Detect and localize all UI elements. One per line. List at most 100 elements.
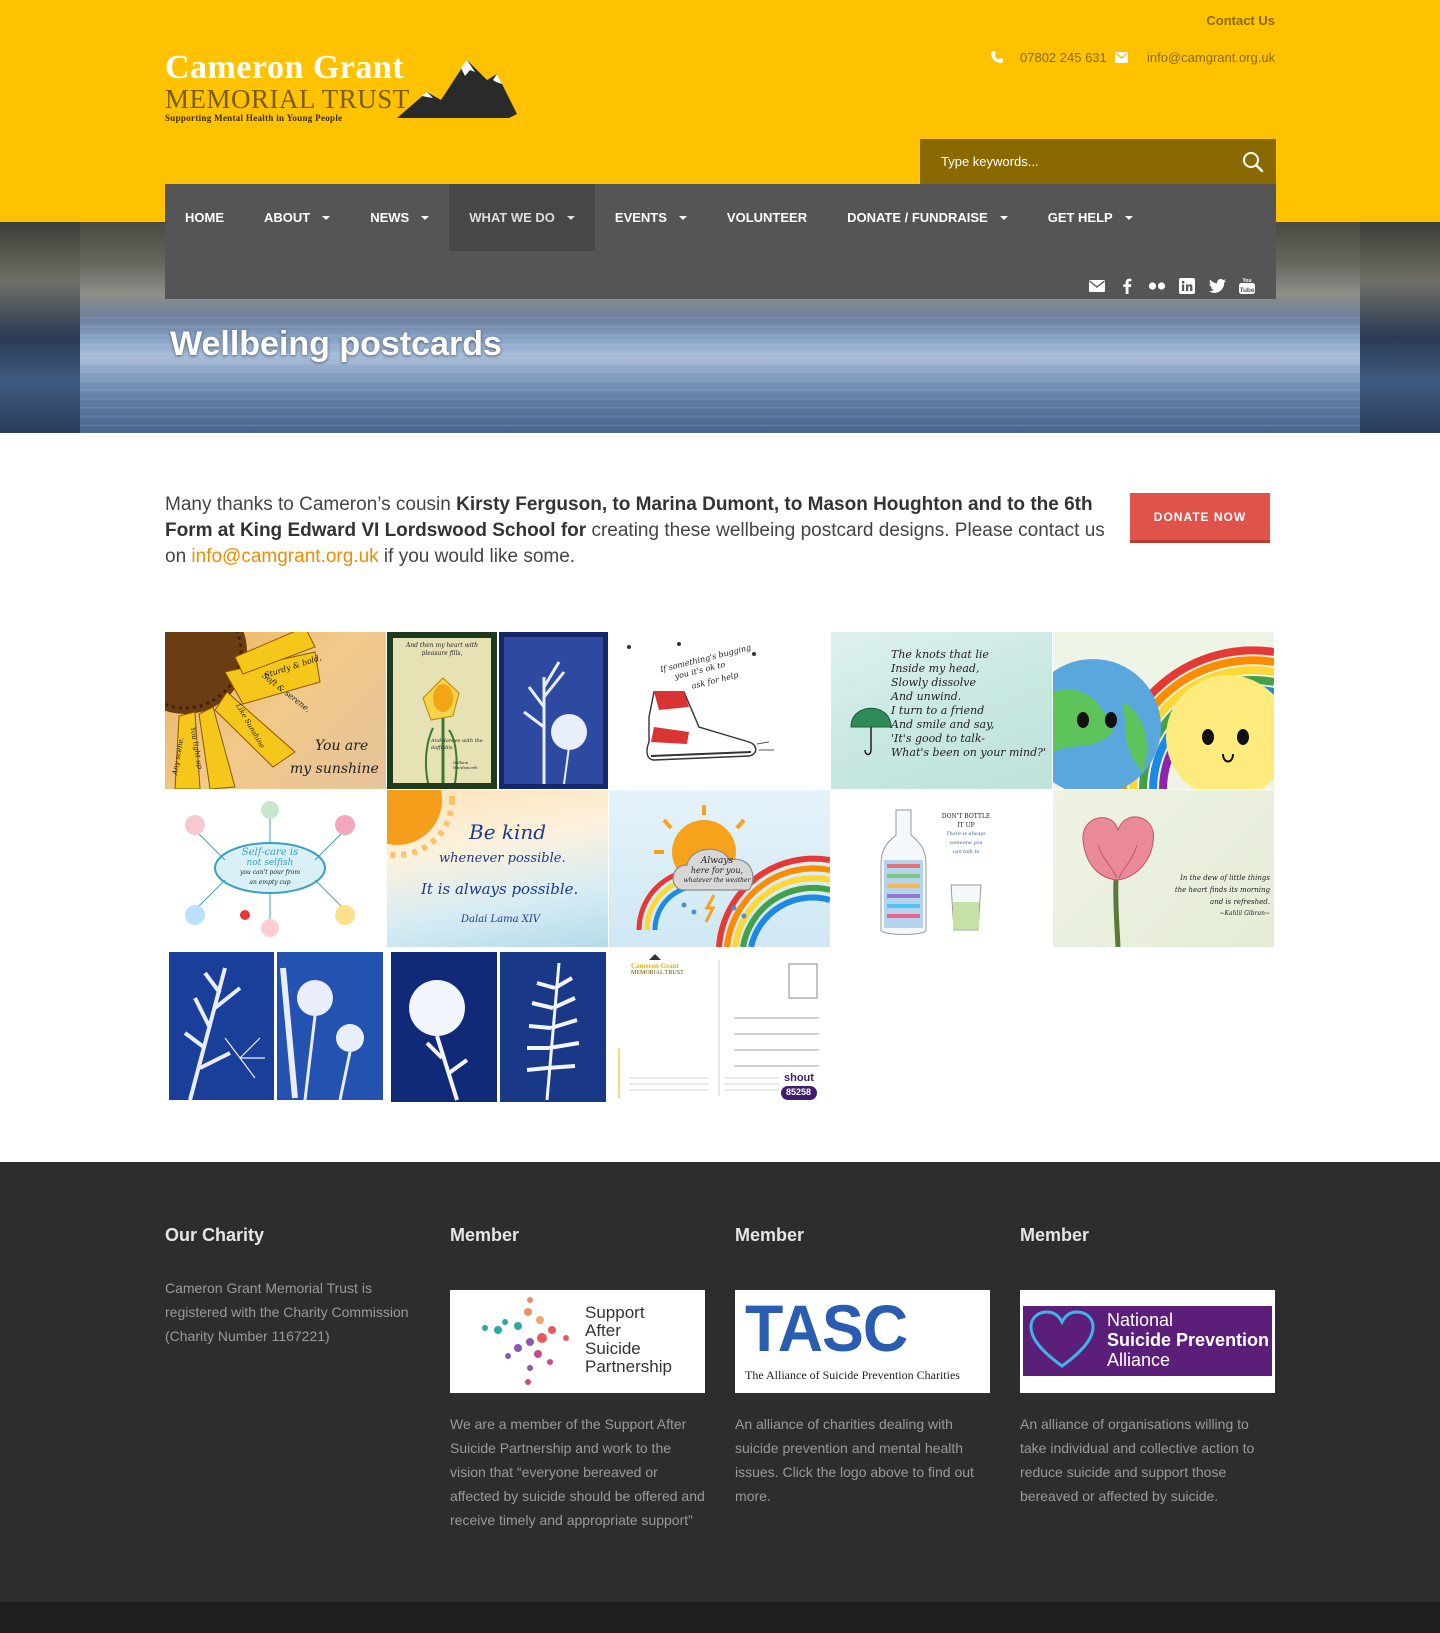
social-links: Tube You [1088, 278, 1256, 294]
cyanotype-plants-1 [169, 952, 383, 1101]
site-logo[interactable]: Cameron Grant MEMORIAL TRUST Supporting … [165, 48, 517, 126]
caret-down-icon [1124, 216, 1133, 220]
tasc-logo[interactable]: TASC The Alliance of Suicide Prevention … [735, 1290, 990, 1393]
knots-line-2: Inside my head, [891, 662, 980, 675]
caret-down-icon [566, 216, 575, 220]
nspa-word-1: National [1107, 1310, 1174, 1330]
be-kind-line-2: whenever possible. [439, 851, 566, 866]
nav-item-what-we-do[interactable]: WHAT WE DO [449, 184, 595, 251]
postcard-shoe[interactable]: If something's bugging you it's ok to as… [609, 632, 830, 789]
poppy-text: In the dew of little things the heart fi… [1165, 872, 1270, 920]
banner-image-left [0, 222, 80, 433]
nav-item-events[interactable]: EVENTS [595, 184, 707, 251]
linkedin-icon[interactable] [1178, 278, 1196, 294]
contact-us-link[interactable]: Contact Us [1190, 13, 1275, 28]
postcard-self-care[interactable]: Self-care is not selfish you can't pour … [165, 790, 386, 947]
nav-item-label: EVENTS [614, 210, 667, 225]
nav-item-label: VOLUNTEER [726, 210, 808, 225]
nav-item-home[interactable]: HOME [165, 184, 244, 251]
knots-line-5: I turn to a friend [891, 704, 985, 717]
facebook-icon[interactable] [1118, 278, 1136, 294]
caret-down-icon [421, 216, 430, 220]
search-icon[interactable] [1240, 149, 1266, 175]
knots-line-3: Slowly dissolve [891, 676, 977, 689]
bottle-sub-1: There is always [946, 831, 986, 837]
nspa-banner: National Suicide Prevention Alliance [1023, 1306, 1272, 1376]
cyanotype-card [504, 637, 603, 785]
postcard-daffodil[interactable]: And then my heart with pleasure fills, A… [387, 632, 608, 789]
sasp-word-4: Partnership [585, 1357, 672, 1376]
support-after-suicide-logo[interactable]: Support After Suicide Partnership [450, 1290, 705, 1393]
footer-member-3-text: An alliance of organisations willing to … [1020, 1416, 1255, 1504]
daffodil-bottom-text: And dances with the daffodils [431, 738, 483, 751]
sasp-word-3: Suicide [585, 1339, 641, 1358]
cyanotype-plant [523, 661, 587, 785]
logo-title: Cameron Grant [165, 49, 405, 86]
poppy-line-1: In the dew of little things [1180, 874, 1270, 882]
intro-text-part3: if you would like some. [378, 546, 576, 567]
daffodil-card: And then my heart with pleasure fills, A… [393, 638, 491, 784]
bottle-line-1: DON'T BOTTLE [941, 813, 991, 820]
nav-item-news[interactable]: NEWS [350, 184, 449, 251]
intro-email-link[interactable]: info@camgrant.org.uk [191, 546, 378, 567]
nav-item-volunteer[interactable]: VOLUNTEER [707, 184, 827, 251]
postcard-knots[interactable]: The knots that lie Inside my head, Slowl… [831, 632, 1052, 789]
donate-now-button[interactable]: DONATE NOW [1130, 493, 1270, 543]
postcard-earth-sun[interactable] [1053, 632, 1274, 789]
poppy-line-3: and is refreshed. [1210, 898, 1270, 906]
flickr-icon[interactable] [1148, 278, 1166, 294]
nav-item-about[interactable]: ABOUT [244, 184, 350, 251]
page-title: Wellbeing postcards [170, 325, 502, 363]
postcard-weather[interactable]: Always here for you, whatever the weathe… [609, 790, 830, 947]
knots-line-4: And unwind. [891, 690, 962, 703]
poppy-credit: ~Kahlil Gibran~ [1219, 910, 1270, 917]
mail-icon[interactable] [1088, 278, 1106, 294]
nav-item-label: WHAT WE DO [469, 210, 555, 225]
postcard-cyanotype-2[interactable] [387, 948, 608, 1105]
postcard-sunflower[interactable]: You are my sunshine Sturdy & bold, Soft … [165, 632, 386, 789]
email-address[interactable]: info@camgrant.org.uk [1147, 50, 1275, 65]
footer-member-1: Member [450, 1225, 705, 1246]
postcard-cyanotype-1[interactable] [165, 948, 386, 1105]
sasp-word-1: Support [585, 1303, 645, 1322]
caret-down-icon [678, 216, 687, 220]
postcard-back[interactable]: Cameron Grant MEMORIAL TRUST shout 85258 [609, 948, 830, 1105]
nspa-logo[interactable]: National Suicide Prevention Alliance [1020, 1290, 1275, 1393]
footer-charity-text: Cameron Grant Memorial Trust is register… [165, 1280, 409, 1344]
nspa-word-2: Suicide Prevention [1107, 1330, 1270, 1350]
earth-sun-illustration [1053, 646, 1274, 789]
weather-line-3: whatever the weather [683, 877, 751, 884]
weather-line-1: Always [700, 856, 734, 866]
sunflower-text-2: my sunshine [290, 761, 379, 777]
daffodil-frame: And then my heart with pleasure fills, A… [387, 632, 497, 789]
knots-line-1: The knots that lie [891, 648, 989, 661]
phone-number[interactable]: 07802 245 631 [1020, 50, 1107, 65]
bottle-line-2: IT UP [957, 822, 975, 829]
nav-item-get-help[interactable]: GET HELP [1028, 184, 1153, 251]
intro-text: Many thanks to Cameron’s cousin Kirsty F… [165, 492, 1115, 570]
postcard-be-kind[interactable]: Be kind whenever possible. It is always … [387, 790, 608, 947]
tasc-wordmark: TASC [745, 1291, 908, 1365]
knots-line-6: And smile and say, [891, 718, 995, 731]
mountain-icon [397, 60, 517, 118]
nav-item-label: HOME [185, 210, 224, 225]
youtube-icon[interactable]: Tube You [1238, 278, 1256, 294]
tasc-tagline: The Alliance of Suicide Prevention Chari… [745, 1368, 960, 1382]
be-kind-credit: Dalai Lama XIV [461, 914, 541, 925]
main-nav: HOME ABOUT NEWS WHAT WE DO EVENTS VOLUNTEER DO… [165, 184, 1276, 299]
heart-icon [1029, 1310, 1095, 1368]
daffodil-top-text: And then my heart with pleasure fills, [405, 642, 479, 657]
twitter-icon[interactable] [1208, 278, 1226, 294]
footer-member-2: Member [735, 1225, 990, 1246]
search-bar [920, 139, 1276, 184]
footer-member-3-title: Member [1020, 1225, 1090, 1245]
sasp-wordmark: Support After Suicide Partnership [585, 1304, 672, 1376]
nav-item-label: DONATE / FUNDRAISE [847, 210, 988, 225]
nav-item-donate-fundraise[interactable]: DONATE / FUNDRAISE [827, 184, 1028, 251]
weather-line-2: here for you, [690, 866, 744, 875]
postcard-poppy[interactable]: In the dew of little things the heart fi… [1053, 790, 1274, 947]
footer-member-2-text: An alliance of charities dealing with su… [735, 1416, 974, 1504]
search-input[interactable] [920, 139, 1230, 184]
knots-line-7: 'It's good to talk- [891, 732, 986, 745]
postcard-bottle[interactable]: DON'T BOTTLE IT UP There is always someo… [831, 790, 1052, 947]
